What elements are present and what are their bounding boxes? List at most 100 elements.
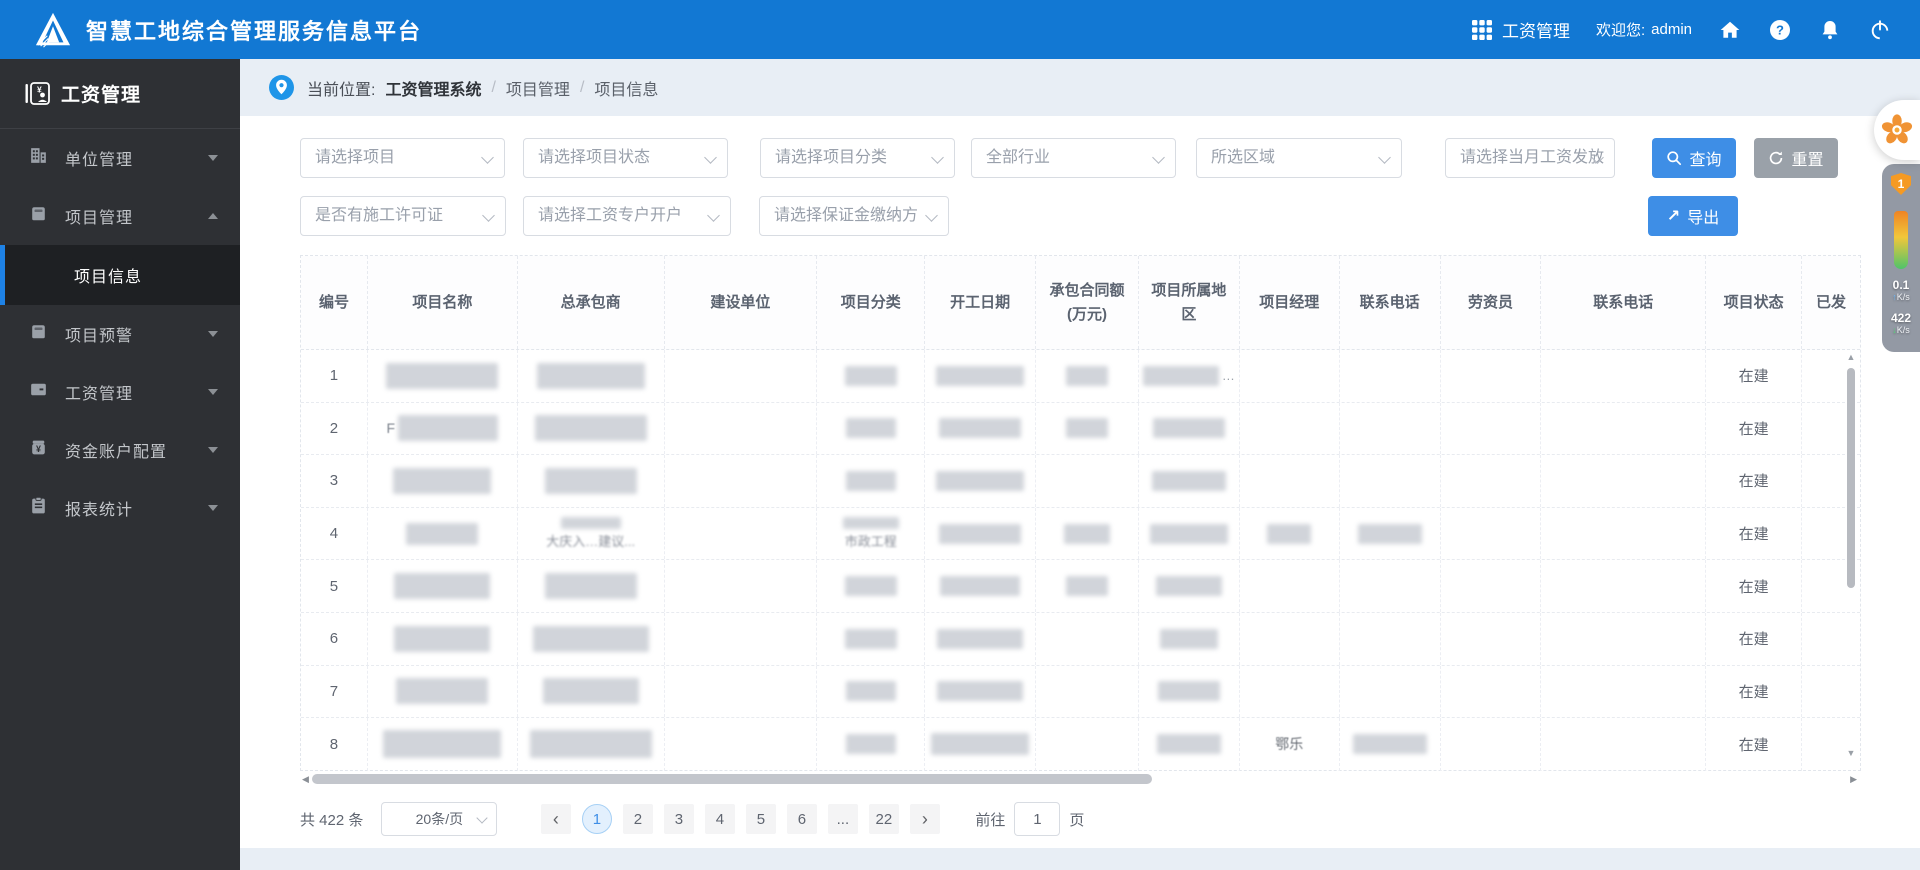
cell [1036,560,1139,612]
status-value: 在建 [1706,350,1803,402]
goto-page-input[interactable] [1014,802,1061,836]
reset-button[interactable]: 重置 [1754,138,1838,178]
search-button[interactable]: 查询 [1652,138,1736,178]
cell [1441,560,1542,612]
export-button[interactable]: ↗ 导出 [1648,196,1738,236]
filter-select-row1-3[interactable]: 请选择项目分类 [760,138,955,178]
filter-select-row2-1[interactable]: 是否有施工许可证 [300,196,506,236]
wallet-icon [28,379,49,405]
select-placeholder: 请选择项目状态 [538,149,651,166]
apps-grid-icon [1471,19,1492,40]
cell: … [1139,350,1240,402]
vertical-scrollbar[interactable]: ▲ ▼ [1845,352,1857,766]
breadcrumb-root[interactable]: 工资管理系统 [385,76,481,100]
page-button-3[interactable]: 3 [663,804,694,834]
cell [1036,350,1139,402]
breadcrumb-item-1[interactable]: 项目管理 [506,76,570,100]
chevron-icon [208,213,218,219]
sidebar-subitem-项目信息[interactable]: 项目信息 [0,245,240,305]
redacted-block [560,517,621,530]
cell [665,402,818,455]
chevron-icon [208,505,218,511]
filter-select-row1-4[interactable]: 全部行业 [971,138,1176,178]
pagination: 共 422 条 20条/页 ‹ 123456... 22 › 前往 页 [300,802,1084,836]
column-header-13: 项目状态 [1706,256,1803,349]
cell [817,665,926,718]
page-button-1[interactable]: 1 [581,804,612,834]
redacted-block [1156,734,1221,755]
cell [1541,350,1707,402]
vertical-scroll-thumb[interactable] [1847,368,1855,588]
filter-select-row1-6[interactable]: 请选择当月工资发放 [1445,138,1615,178]
scroll-down-icon[interactable]: ▼ [1845,748,1857,758]
filter-select-row2-3[interactable]: 请选择保证金缴纳方 [759,196,949,236]
page-button-22[interactable]: 22 [868,804,899,834]
filter-select-row1-1[interactable]: 请选择项目 [300,138,505,178]
bell-icon[interactable] [1818,18,1842,42]
sidebar-item-5[interactable]: ¥ 资金账户配置 [0,421,240,479]
goto-label: 前往 [975,811,1006,829]
sidebar-item-2[interactable]: 项目管理 [0,187,240,245]
redacted-block [931,733,1030,756]
filter-select-row1-5[interactable]: 所选区域 [1196,138,1402,178]
chevron-down-icon [1378,151,1391,164]
cell [1139,507,1240,560]
cell [1541,560,1707,612]
pinwheel-icon [1881,114,1913,144]
breadcrumb-item-2[interactable]: 项目信息 [594,76,658,100]
cell: 鄂乐 [1240,718,1340,771]
row-number: 4 [301,507,368,560]
scroll-right-icon[interactable]: ▶ [1850,774,1857,785]
help-icon[interactable]: ? [1768,18,1792,42]
status-value: 在建 [1706,665,1803,718]
cell [817,402,926,455]
chevron-down-icon [1152,151,1165,164]
sidebar-item-3[interactable]: 项目预警 [0,305,240,363]
sidebar-item-6[interactable]: 报表统计 [0,479,240,537]
cell [1340,402,1441,455]
upload-speed: 0.1 ↑K/s [1892,278,1910,303]
redacted-block [936,470,1025,491]
speed-monitor-panel[interactable]: 1 0.1 ↑K/s 422 ↓K/s [1882,164,1920,352]
cell [1240,402,1340,455]
prev-page-button[interactable]: ‹ [540,804,571,834]
horizontal-scrollbar[interactable]: ◀ ▶ [300,772,1861,786]
module-switcher[interactable]: 工资管理 [1471,17,1570,42]
scroll-left-icon[interactable]: ◀ [302,774,309,785]
cell [1139,560,1240,612]
refresh-icon [1770,151,1783,165]
cell: 大庆入…建议... [518,507,665,560]
shield-badge: 1 [1891,173,1911,195]
next-page-button[interactable]: › [909,804,940,834]
page-button-4[interactable]: 4 [704,804,735,834]
redacted-block [844,576,897,597]
redacted-block [845,418,896,439]
page-button-6[interactable]: 6 [786,804,817,834]
page-size-select[interactable]: 20条/页 [381,802,498,836]
home-icon[interactable] [1718,18,1742,42]
cell [368,507,518,560]
page-button-5[interactable]: 5 [745,804,776,834]
cell [1340,665,1441,718]
chevron-down-icon [481,151,494,164]
chevron-down-icon [482,209,495,222]
redacted-text-fragment: F [386,420,396,437]
power-icon[interactable] [1868,18,1892,42]
redacted-block [544,467,637,494]
filter-select-row2-2[interactable]: 请选择工资专户开户 [523,196,731,236]
page-button-2[interactable]: 2 [622,804,653,834]
redacted-block [937,681,1024,702]
app-title: 智慧工地综合管理服务信息平台 [86,18,423,44]
redacted-block [940,576,1021,597]
scroll-up-icon[interactable]: ▲ [1845,352,1857,362]
sidebar-item-1[interactable]: 单位管理 [0,129,240,187]
horizontal-scroll-thumb[interactable] [312,774,1152,784]
page-ellipsis[interactable]: ... [827,804,858,834]
cell [1441,718,1542,771]
table-header-row: 编号 项目名称 总承包商 建设单位 项目分类 开工日期 承包合同额(万元) 项目所属地区 项目经… [301,256,1860,350]
sidebar-item-4[interactable]: 工资管理 [0,363,240,421]
column-header-11: 劳资员 [1441,256,1542,349]
redacted-block [1066,576,1108,597]
row-number: 7 [301,665,368,718]
filter-select-row1-2[interactable]: 请选择项目状态 [523,138,728,178]
